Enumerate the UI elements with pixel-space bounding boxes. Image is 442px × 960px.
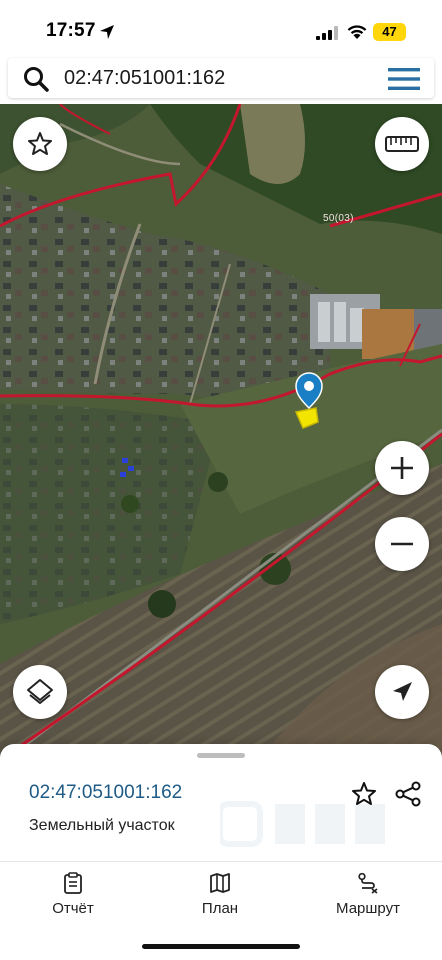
drag-handle[interactable] xyxy=(197,753,245,758)
parcel-type-label: Земельный участок xyxy=(29,817,175,834)
road-code-label: 50(03) xyxy=(323,213,354,224)
report-icon xyxy=(64,872,82,894)
zoom-out-button[interactable] xyxy=(375,517,429,571)
share-button[interactable] xyxy=(392,778,424,810)
nav-item-route[interactable]: Маршрут xyxy=(308,872,428,917)
search-bar xyxy=(8,58,434,98)
zoom-in-button[interactable] xyxy=(375,441,429,495)
nav-label-report: Отчёт xyxy=(52,900,94,917)
add-favorite-button[interactable] xyxy=(348,778,380,810)
location-arrow-icon xyxy=(100,25,114,39)
status-bar: 17:57 47 xyxy=(0,0,442,56)
map-imagery xyxy=(0,104,442,760)
nav-item-report[interactable]: Отчёт xyxy=(13,872,133,917)
my-location-button[interactable] xyxy=(375,665,429,719)
parcel-info-panel: 02:47:051001:162 Земельный участок Отчёт xyxy=(0,744,442,960)
star-icon xyxy=(352,782,376,805)
ruler-button[interactable] xyxy=(375,117,429,171)
battery-indicator: 47 xyxy=(373,23,406,41)
nav-item-plan[interactable]: План xyxy=(160,872,280,917)
layers-button[interactable] xyxy=(13,665,67,719)
star-icon xyxy=(28,132,52,155)
home-indicator xyxy=(142,944,300,949)
cellular-signal-icon xyxy=(316,26,338,40)
hamburger-menu-icon[interactable] xyxy=(388,67,420,91)
search-input[interactable] xyxy=(64,60,364,96)
bottom-nav: Отчёт План Маршрут xyxy=(0,862,442,924)
share-icon xyxy=(395,781,421,807)
wifi-icon xyxy=(347,25,367,39)
layers-icon xyxy=(27,679,53,704)
minus-icon xyxy=(391,542,413,546)
ruler-icon xyxy=(385,136,419,152)
map-plan-icon xyxy=(210,873,230,893)
search-icon[interactable] xyxy=(22,65,50,93)
nav-label-route: Маршрут xyxy=(336,900,400,917)
navigation-arrow-icon xyxy=(393,682,412,701)
parcel-cadastral-number: 02:47:051001:162 xyxy=(29,782,183,803)
nav-label-plan: План xyxy=(201,900,239,917)
satellite-map[interactable]: 50(03) xyxy=(0,104,442,760)
route-icon xyxy=(358,872,378,894)
favorite-map-button[interactable] xyxy=(13,117,67,171)
status-time: 17:57 xyxy=(46,20,96,41)
plus-icon xyxy=(391,457,413,479)
